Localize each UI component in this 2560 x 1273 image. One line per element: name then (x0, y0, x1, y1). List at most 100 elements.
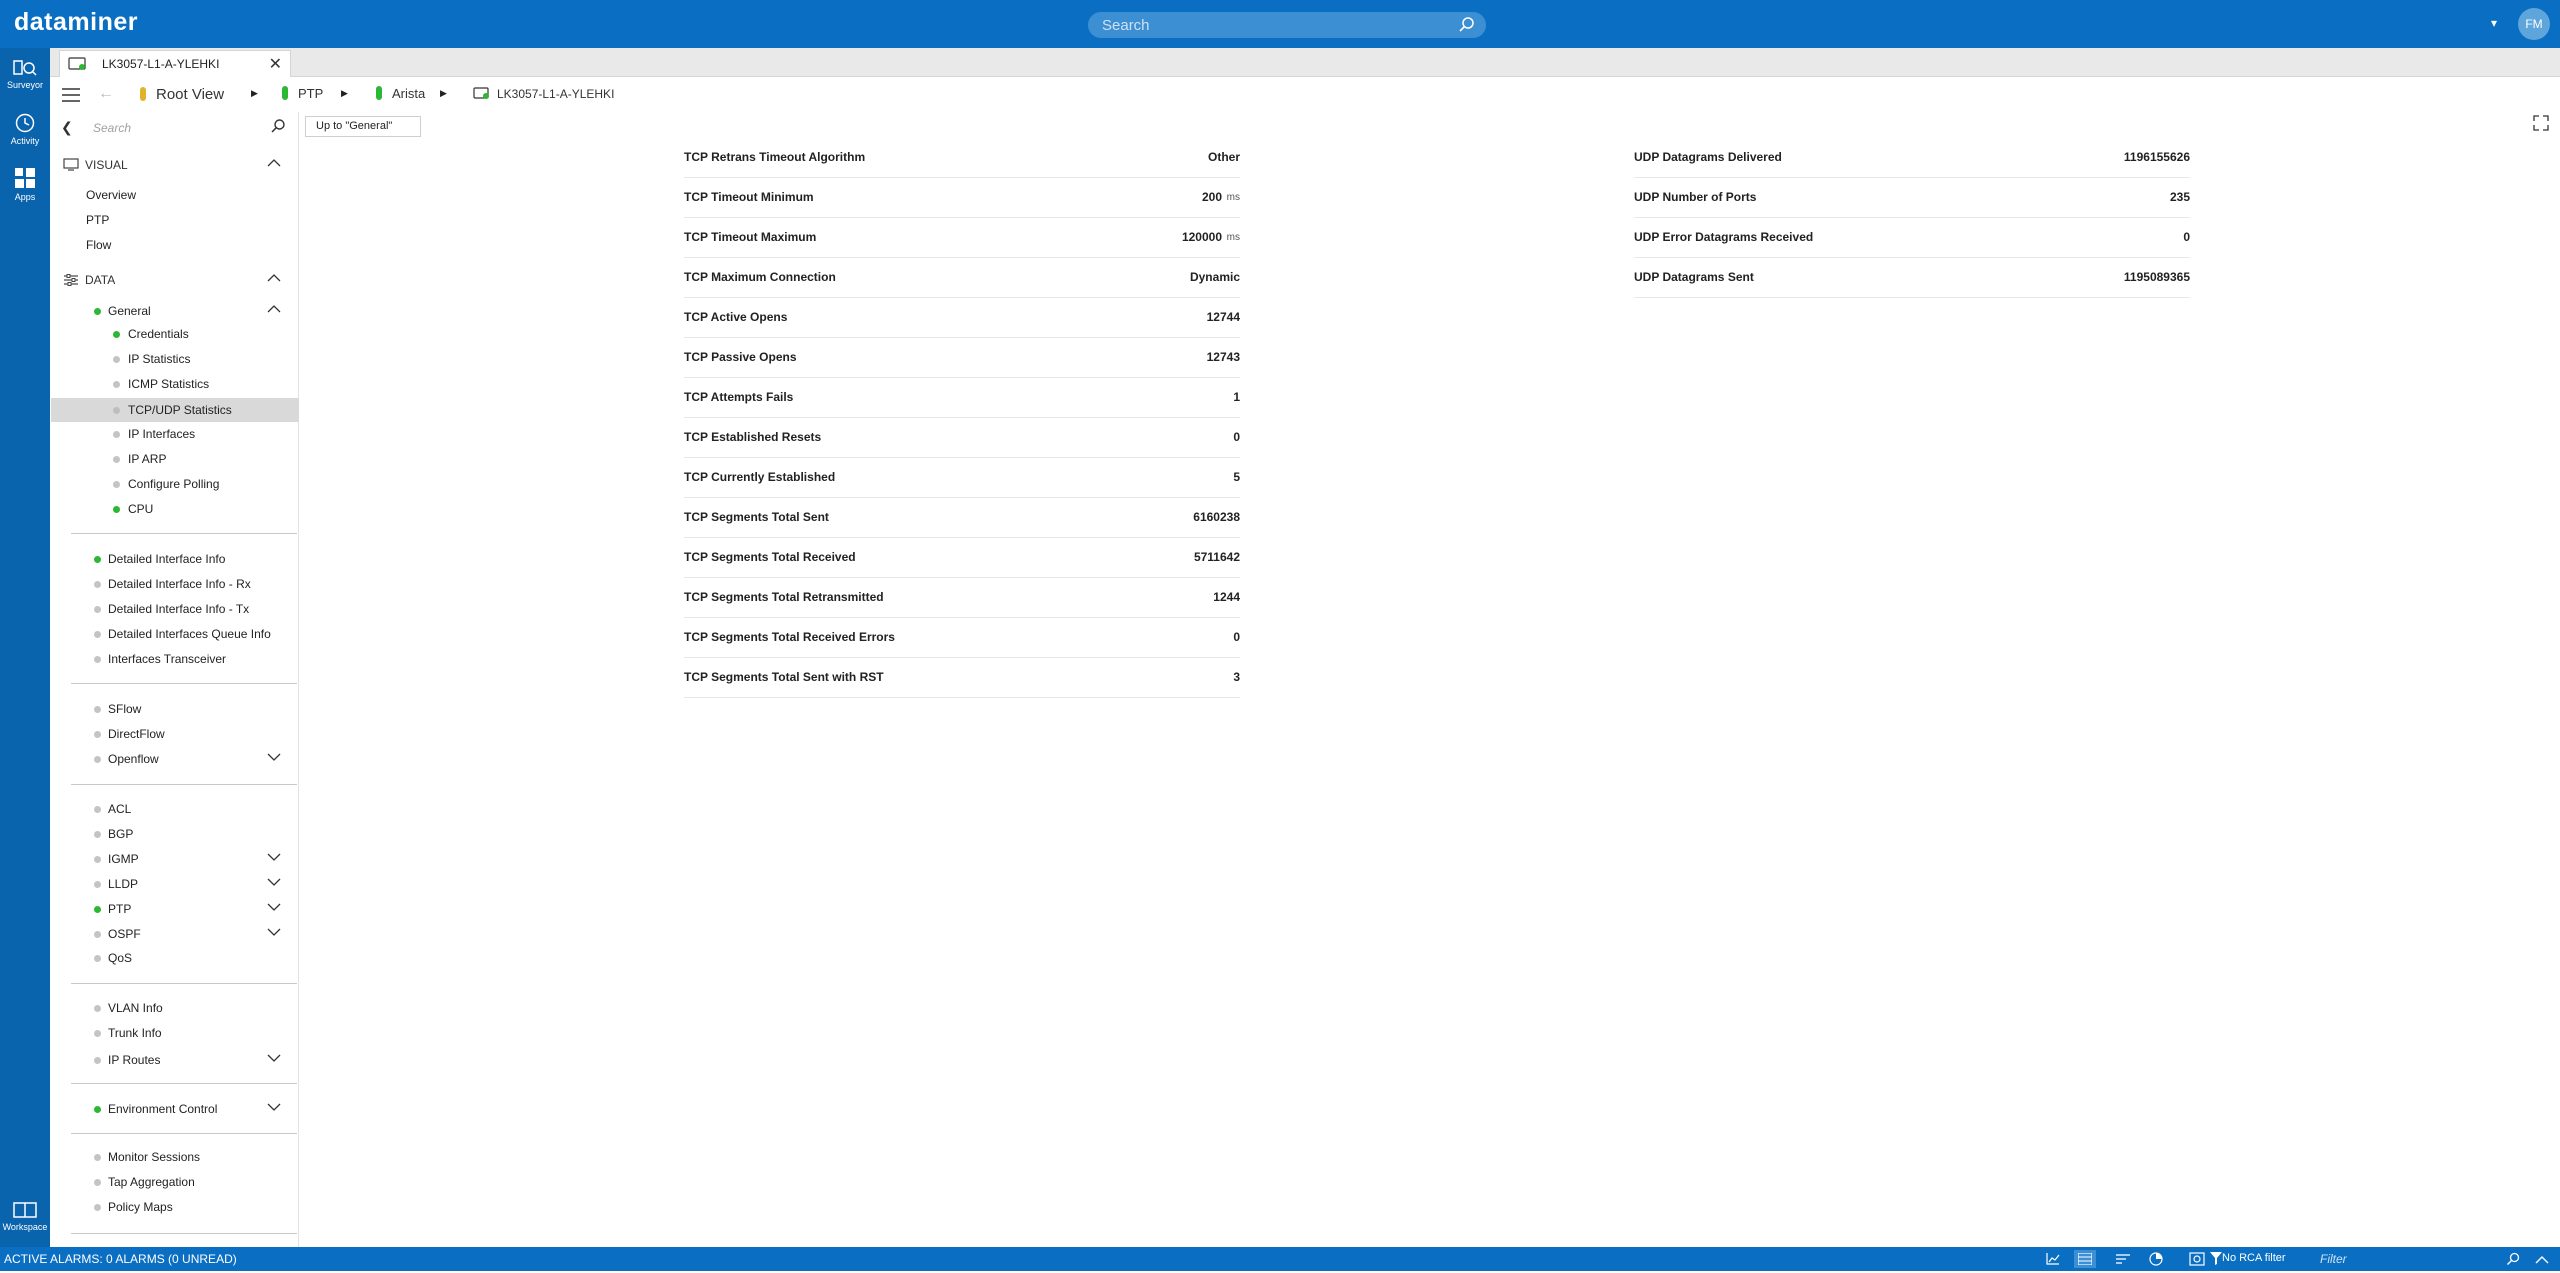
chevron-down-icon[interactable] (267, 926, 281, 940)
caret-right-icon[interactable]: ▶ (341, 88, 348, 99)
chevron-down-icon[interactable] (267, 851, 281, 865)
close-icon[interactable]: ✕ (269, 54, 282, 74)
parameter-row[interactable]: TCP Established Resets 0 (684, 418, 1240, 458)
funnel-icon[interactable] (2210, 1252, 2222, 1270)
trend-icon[interactable] (2046, 1252, 2060, 1270)
nav-item-igmp[interactable]: IGMP (51, 848, 299, 870)
nav-item-detailed-interfaces-queue-info[interactable]: Detailed Interfaces Queue Info (51, 623, 299, 645)
chevron-down-icon[interactable]: ▾ (2491, 16, 2497, 30)
nav-item-vlan-info[interactable]: VLAN Info (51, 997, 299, 1019)
nav-search-input[interactable] (93, 118, 268, 138)
parameter-row[interactable]: TCP Timeout Maximum 120000 ms (684, 218, 1240, 258)
parameter-row[interactable]: TCP Active Opens 12744 (684, 298, 1240, 338)
nav-item-environment-control[interactable]: Environment Control (51, 1098, 299, 1120)
nav-item-openflow[interactable]: Openflow (51, 748, 299, 770)
parameter-row[interactable]: TCP Currently Established 5 (684, 458, 1240, 498)
nav-item-ip-interfaces[interactable]: IP Interfaces (51, 423, 299, 445)
collapse-panel-icon[interactable]: ❮ (61, 119, 73, 136)
nav-item-lldp[interactable]: LLDP (51, 873, 299, 895)
nav-item-ptp-data[interactable]: PTP (51, 898, 299, 920)
search-icon[interactable] (270, 118, 286, 139)
nav-item-policy-maps[interactable]: Policy Maps (51, 1196, 299, 1218)
nav-item-sflow[interactable]: SFlow (51, 698, 299, 720)
alarm-filter-input[interactable] (2320, 1250, 2510, 1268)
sort-icon[interactable] (2116, 1252, 2130, 1270)
chevron-down-icon[interactable] (267, 1101, 281, 1115)
fullscreen-icon[interactable] (2533, 115, 2549, 136)
global-search[interactable] (1088, 12, 1486, 38)
chevron-up-icon[interactable] (2535, 1252, 2549, 1270)
list-view-icon[interactable] (2074, 1250, 2096, 1268)
rail-apps[interactable]: Apps (0, 166, 50, 202)
rail-surveyor[interactable]: Surveyor (0, 58, 50, 90)
chevron-down-icon[interactable] (267, 1052, 281, 1066)
rail-activity[interactable]: Activity (0, 112, 50, 146)
nav-item-ip-routes[interactable]: IP Routes (51, 1049, 299, 1071)
hamburger-menu-icon[interactable] (62, 88, 80, 107)
nav-item-ptp-visual[interactable]: PTP (51, 209, 299, 231)
parameter-row[interactable]: TCP Segments Total Retransmitted 1244 (684, 578, 1240, 618)
up-to-parent-button[interactable]: Up to "General" (305, 116, 421, 137)
nav-item-detailed-interface-info[interactable]: Detailed Interface Info (51, 548, 299, 570)
parameter-row[interactable]: TCP Segments Total Received 5711642 (684, 538, 1240, 578)
chevron-up-icon[interactable] (267, 272, 281, 286)
user-avatar[interactable]: FM (2518, 8, 2550, 40)
back-arrow-icon[interactable]: ← (98, 85, 114, 103)
nav-item-interfaces-transceiver[interactable]: Interfaces Transceiver (51, 648, 299, 670)
parameter-row[interactable]: TCP Maximum Connection Dynamic (684, 258, 1240, 298)
search-icon[interactable] (2506, 1252, 2520, 1271)
nav-item-detailed-interface-info-tx[interactable]: Detailed Interface Info - Tx (51, 598, 299, 620)
breadcrumb-root[interactable]: Root View (140, 86, 224, 103)
global-search-input[interactable] (1102, 15, 1442, 35)
chevron-down-icon[interactable] (267, 751, 281, 765)
target-icon[interactable] (2189, 1252, 2205, 1271)
nav-item-tcp-udp-statistics[interactable]: TCP/UDP Statistics (51, 398, 299, 422)
parameter-row[interactable]: UDP Number of Ports 235 (1634, 178, 2190, 218)
nav-item-detailed-interface-info-rx[interactable]: Detailed Interface Info - Rx (51, 573, 299, 595)
chevron-up-icon[interactable] (267, 303, 281, 317)
nav-item-ospf[interactable]: OSPF (51, 923, 299, 945)
tab-element-card[interactable]: LK3057-L1-A-YLEHKI ✕ (59, 50, 291, 77)
nav-item-monitor-sessions[interactable]: Monitor Sessions (51, 1146, 299, 1168)
parameter-row[interactable]: TCP Segments Total Sent 6160238 (684, 498, 1240, 538)
parameter-row[interactable]: UDP Error Datagrams Received 0 (1634, 218, 2190, 258)
nav-item-configure-polling[interactable]: Configure Polling (51, 473, 299, 495)
caret-right-icon[interactable]: ▶ (251, 88, 258, 99)
parameter-row[interactable]: TCP Passive Opens 12743 (684, 338, 1240, 378)
parameter-row[interactable]: TCP Attempts Fails 1 (684, 378, 1240, 418)
nav-item-tap-aggregation[interactable]: Tap Aggregation (51, 1171, 299, 1193)
nav-item-flow[interactable]: Flow (51, 234, 299, 256)
nav-item-credentials[interactable]: Credentials (51, 323, 299, 345)
parameter-row[interactable]: UDP Datagrams Sent 1195089365 (1634, 258, 2190, 298)
nav-section-data[interactable]: DATA (51, 268, 299, 292)
parameter-row[interactable]: TCP Timeout Minimum 200 ms (684, 178, 1240, 218)
parameter-row[interactable]: TCP Segments Total Sent with RST 3 (684, 658, 1240, 698)
nav-item-cpu[interactable]: CPU (51, 498, 299, 520)
parameter-row[interactable]: UDP Datagrams Delivered 1196155626 (1634, 138, 2190, 178)
nav-item-icmp-statistics[interactable]: ICMP Statistics (51, 373, 299, 395)
rail-workspace[interactable]: Workspace (0, 1200, 50, 1232)
active-alarms-status[interactable]: ACTIVE ALARMS: 0 ALARMS (0 UNREAD) (4, 1252, 237, 1266)
nav-item-directflow[interactable]: DirectFlow (51, 723, 299, 745)
breadcrumb-element[interactable]: LK3057-L1-A-YLEHKI (473, 86, 614, 101)
caret-right-icon[interactable]: ▶ (440, 88, 447, 99)
nav-item-ip-arp[interactable]: IP ARP (51, 448, 299, 470)
clock-icon[interactable] (2149, 1252, 2163, 1271)
chevron-up-icon[interactable] (267, 157, 281, 171)
rca-filter-status[interactable]: No RCA filter (2222, 1252, 2286, 1264)
nav-item-qos[interactable]: QoS (51, 947, 299, 969)
nav-section-visual[interactable]: VISUAL (51, 153, 299, 177)
chevron-down-icon[interactable] (267, 876, 281, 890)
chevron-down-icon[interactable] (267, 901, 281, 915)
nav-item-bgp[interactable]: BGP (51, 823, 299, 845)
search-icon[interactable] (1458, 16, 1476, 39)
parameter-row[interactable]: TCP Segments Total Received Errors 0 (684, 618, 1240, 658)
parameter-row[interactable]: TCP Retrans Timeout Algorithm Other (684, 138, 1240, 178)
breadcrumb-ptp[interactable]: PTP (282, 86, 323, 101)
nav-item-acl[interactable]: ACL (51, 798, 299, 820)
nav-item-trunk-info[interactable]: Trunk Info (51, 1022, 299, 1044)
nav-search[interactable]: ❮ (51, 114, 299, 142)
nav-item-general[interactable]: General (51, 300, 299, 322)
nav-item-ip-statistics[interactable]: IP Statistics (51, 348, 299, 370)
breadcrumb-arista[interactable]: Arista (376, 86, 425, 101)
